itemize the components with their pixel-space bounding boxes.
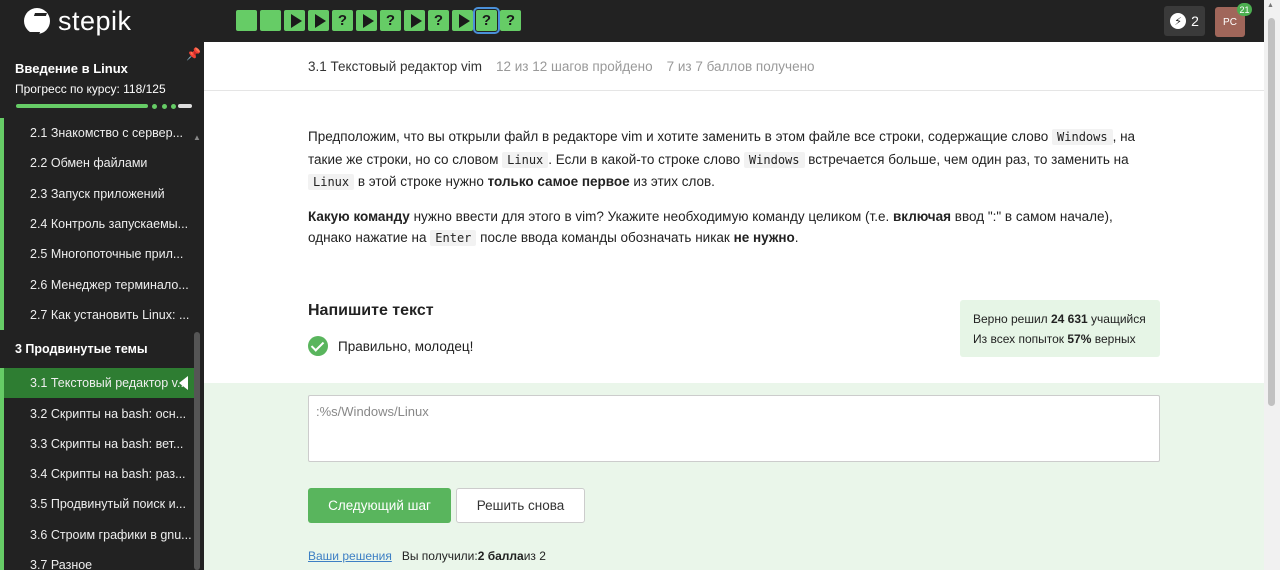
retry-button[interactable]: Решить снова <box>456 488 585 523</box>
check-icon <box>308 336 328 356</box>
sidebar-section[interactable]: 3 Продвинутые темы <box>0 330 200 368</box>
sidebar-lesson[interactable]: 3.4 Скрипты на bash: раз... <box>0 458 200 490</box>
task-paragraph-1: Предположим, что вы открыли файл в редак… <box>308 129 1136 190</box>
lesson-title: 3.1 Текстовый редактор vim <box>308 58 482 74</box>
progress-remaining <box>178 104 192 108</box>
step-2[interactable] <box>260 10 281 31</box>
progress-dot <box>152 103 157 109</box>
sidebar-lesson[interactable]: 3.6 Строим графики в gnu... <box>0 519 200 550</box>
score-value: 2 балла <box>477 549 524 563</box>
sidebar-lesson[interactable]: 2.7 Как установить Linux: ... <box>0 299 200 331</box>
play-icon <box>410 13 422 28</box>
sidebar-lesson[interactable]: 2.1 Знакомство с сервер... <box>0 118 200 149</box>
streak-count: 2 <box>1191 13 1199 29</box>
code-windows: Windows <box>1052 129 1113 145</box>
sidebar-lesson[interactable]: 3.3 Скрипты на bash: вет... <box>0 428 200 459</box>
progress-dot <box>171 103 176 109</box>
course-progress: Прогресс по курсу: 118/125 <box>15 82 189 96</box>
step-6[interactable] <box>356 10 377 31</box>
solve-stats: Верно решил 24 631 учащийся Из всех попы… <box>960 300 1160 357</box>
play-icon <box>314 13 326 28</box>
logo[interactable]: stepik <box>24 6 132 36</box>
sidebar-lesson[interactable]: 2.5 Многопоточные прил... <box>0 239 200 270</box>
progress-bar-fill <box>16 104 149 108</box>
progress-dot <box>162 103 167 109</box>
pin-icon[interactable]: 📌 <box>186 47 201 61</box>
step-navigation: ????? <box>236 7 524 34</box>
streak-button[interactable]: ⚡ 2 <box>1164 6 1205 36</box>
stats-attempts: Из всех попыток 57% верных <box>973 332 1136 346</box>
progress-value: 118/125 <box>123 82 166 96</box>
stats-solved: Верно решил 24 631 учащийся <box>973 312 1146 326</box>
sidebar-lesson[interactable]: 3.1 Текстовый редактор v... <box>0 368 200 399</box>
main-content: 3.1 Текстовый редактор vim 12 из 12 шаго… <box>204 42 1264 570</box>
sidebar-lesson[interactable]: 2.4 Контроль запускаемы... <box>0 208 200 240</box>
step-4[interactable] <box>308 10 329 31</box>
code-linux: Linux <box>502 151 549 168</box>
progress-bar <box>16 103 192 109</box>
code-windows: Windows <box>743 151 805 168</box>
play-icon <box>290 13 302 28</box>
sidebar-scrollbar[interactable] <box>194 332 200 570</box>
page-scrollbar-thumb[interactable] <box>1268 18 1275 406</box>
progress-label: Прогресс по курсу: <box>15 82 120 96</box>
step-3[interactable] <box>284 10 305 31</box>
course-sidebar: Введение в Linux Прогресс по курсу: 118/… <box>0 42 204 570</box>
lesson-list: 2.1 Знакомство с сервер... 2.2 Обмен файл… <box>0 118 200 570</box>
step-12[interactable]: ? <box>500 10 521 31</box>
code-enter: Enter <box>430 230 477 246</box>
sidebar-lesson[interactable]: 2.2 Обмен файлами <box>0 148 200 179</box>
top-bar: stepik ????? ⚡ 2 PC 21 <box>0 0 1264 42</box>
step-11[interactable]: ? <box>473 7 500 34</box>
score-line: Ваши решения Вы получили: 2 балла из 2 <box>308 549 546 563</box>
scroll-up-icon[interactable]: ▲ <box>1267 2 1274 9</box>
answer-title: Напишите текст <box>308 302 434 319</box>
step-7[interactable]: ? <box>380 10 401 31</box>
next-step-button[interactable]: Следующий шаг <box>308 488 451 523</box>
step-8[interactable] <box>404 10 425 31</box>
lightning-icon: ⚡ <box>1170 13 1187 29</box>
sidebar-lesson[interactable]: 3.5 Продвинутый поиск и... <box>0 489 200 520</box>
correct-status: Правильно, молодец! <box>308 336 473 356</box>
sidebar-lesson[interactable]: 3.2 Скрипты на bash: осн... <box>0 398 200 429</box>
step-1[interactable] <box>236 10 257 31</box>
sidebar-lesson[interactable]: 2.3 Запуск приложений <box>0 178 200 209</box>
step-5[interactable]: ? <box>332 10 353 31</box>
task-paragraph-2: Какую команду нужно ввести для этого в v… <box>308 208 1113 246</box>
code-linux: Linux <box>308 174 355 190</box>
points-earned: 7 из 7 баллов получено <box>666 58 815 74</box>
step-10[interactable] <box>452 10 473 31</box>
steps-done: 12 из 12 шагов пройдено <box>495 58 653 74</box>
stepik-logo-icon <box>24 8 50 34</box>
lesson-header: 3.1 Текстовый редактор vim 12 из 12 шаго… <box>204 42 1264 91</box>
your-solutions-link[interactable]: Ваши решения <box>308 549 392 563</box>
step-9[interactable]: ? <box>428 10 449 31</box>
correct-message: Правильно, молодец! <box>338 338 474 354</box>
course-title[interactable]: Введение в Linux <box>15 61 189 76</box>
brand-name: stepik <box>58 6 132 36</box>
notification-badge[interactable]: 21 <box>1237 3 1252 16</box>
play-icon <box>362 13 374 28</box>
sidebar-lesson[interactable]: 3.7 Разное <box>0 549 200 570</box>
answer-textarea[interactable]: :%s/Windows/Linux <box>308 395 1160 462</box>
play-icon <box>458 13 470 28</box>
sidebar-lesson[interactable]: 2.6 Менеджер терминало... <box>0 269 200 300</box>
task-text: Предположим, что вы открыли файл в редак… <box>308 126 1144 262</box>
